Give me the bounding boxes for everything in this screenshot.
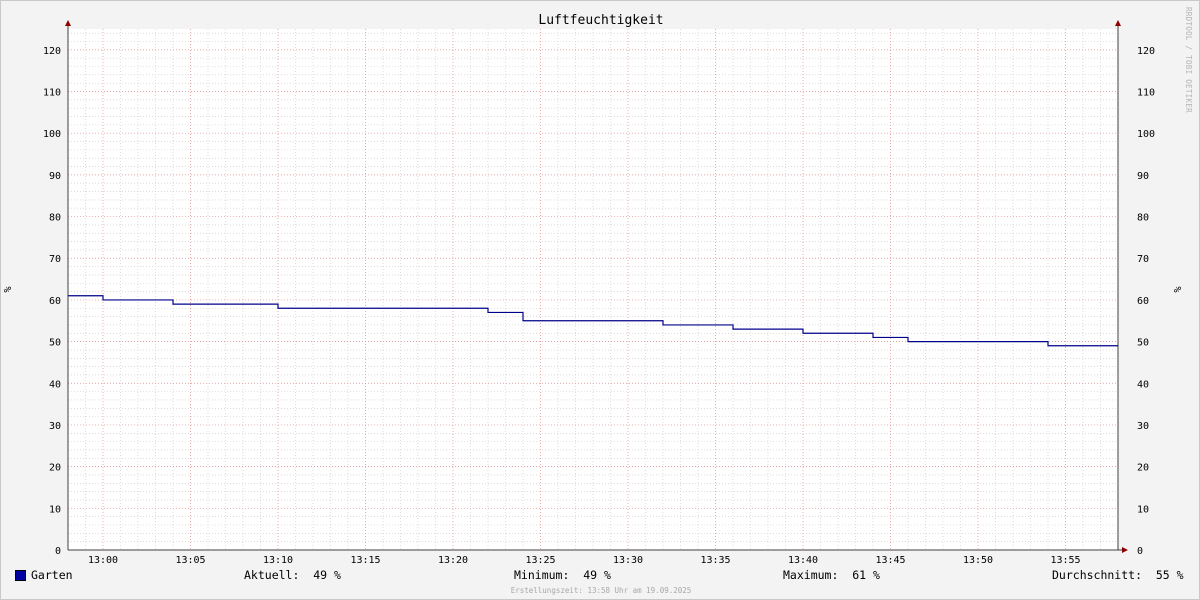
y-tick-label-left: 90 — [49, 171, 61, 182]
y-tick-label-left: 20 — [49, 463, 61, 474]
x-tick-label: 13:05 — [175, 555, 205, 566]
creation-time: Erstellungszeit: 13:58 Uhr am 19.09.2025 — [510, 586, 692, 595]
legend-swatch — [15, 570, 26, 581]
x-tick-label: 13:35 — [700, 555, 730, 566]
legend: Garten Aktuell: 49 % Minimum: 49 % Maxim… — [1, 568, 1199, 584]
y-tick-label-right: 100 — [1137, 129, 1155, 140]
y-tick-label-right: 90 — [1137, 171, 1149, 182]
y-axis-left-arrow — [65, 20, 71, 26]
y-tick-label-right: 70 — [1137, 254, 1149, 265]
x-tick-label: 13:20 — [438, 555, 468, 566]
x-tick-label: 13:00 — [88, 555, 118, 566]
y-tick-label-left: 100 — [43, 129, 61, 140]
y-tick-label-right: 0 — [1137, 546, 1143, 557]
y-tick-label-right: 40 — [1137, 379, 1149, 390]
y-tick-label-right: 20 — [1137, 463, 1149, 474]
legend-series-name: Garten — [31, 568, 73, 582]
y-tick-label-left: 50 — [49, 338, 61, 349]
y-axis-label-right: % — [1173, 286, 1184, 292]
y-tick-label-right: 120 — [1137, 46, 1155, 57]
y-tick-label-left: 120 — [43, 46, 61, 57]
y-tick-label-left: 80 — [49, 213, 61, 224]
y-tick-label-left: 30 — [49, 421, 61, 432]
stat-average: Durchschnitt: 55 % — [1052, 568, 1184, 582]
y-tick-label-left: 70 — [49, 254, 61, 265]
y-tick-label-left: 60 — [49, 296, 61, 307]
y-tick-label-right: 110 — [1137, 88, 1155, 99]
stat-minimum: Minimum: 49 % — [514, 568, 611, 582]
watermark: RRDTOOL / TOBI OETIKER — [1184, 7, 1193, 113]
stat-current: Aktuell: 49 % — [244, 568, 341, 582]
y-tick-label-right: 50 — [1137, 338, 1149, 349]
x-tick-label: 13:40 — [788, 555, 818, 566]
y-tick-label-right: 10 — [1137, 504, 1149, 515]
y-tick-label-left: 0 — [55, 546, 61, 557]
x-tick-label: 13:45 — [875, 555, 905, 566]
y-tick-label-left: 40 — [49, 379, 61, 390]
x-tick-label: 13:55 — [1050, 555, 1080, 566]
x-tick-label: 13:25 — [525, 555, 555, 566]
y-tick-label-left: 110 — [43, 88, 61, 99]
y-tick-label-right: 60 — [1137, 296, 1149, 307]
x-tick-label: 13:50 — [963, 555, 993, 566]
y-tick-label-right: 80 — [1137, 213, 1149, 224]
chart-frame: 0 0 10 10 20 20 30 30 40 40 50 50 60 60 70 70 80 80 90 90 10… — [0, 0, 1200, 600]
y-tick-label-right: 30 — [1137, 421, 1149, 432]
x-tick-label: 13:30 — [613, 555, 643, 566]
x-axis-arrow — [1122, 547, 1128, 553]
y-axis-right-arrow — [1115, 20, 1121, 26]
stat-maximum: Maximum: 61 % — [783, 568, 880, 582]
y-tick-label-left: 10 — [49, 504, 61, 515]
chart-title: Luftfeuchtigkeit — [538, 13, 663, 28]
x-tick-label: 13:10 — [263, 555, 293, 566]
y-axis-label-left: % — [3, 286, 14, 292]
x-tick-label: 13:15 — [350, 555, 380, 566]
chart: 0 0 10 10 20 20 30 30 40 40 50 50 60 60 70 70 80 80 90 90 10… — [3, 13, 1184, 566]
